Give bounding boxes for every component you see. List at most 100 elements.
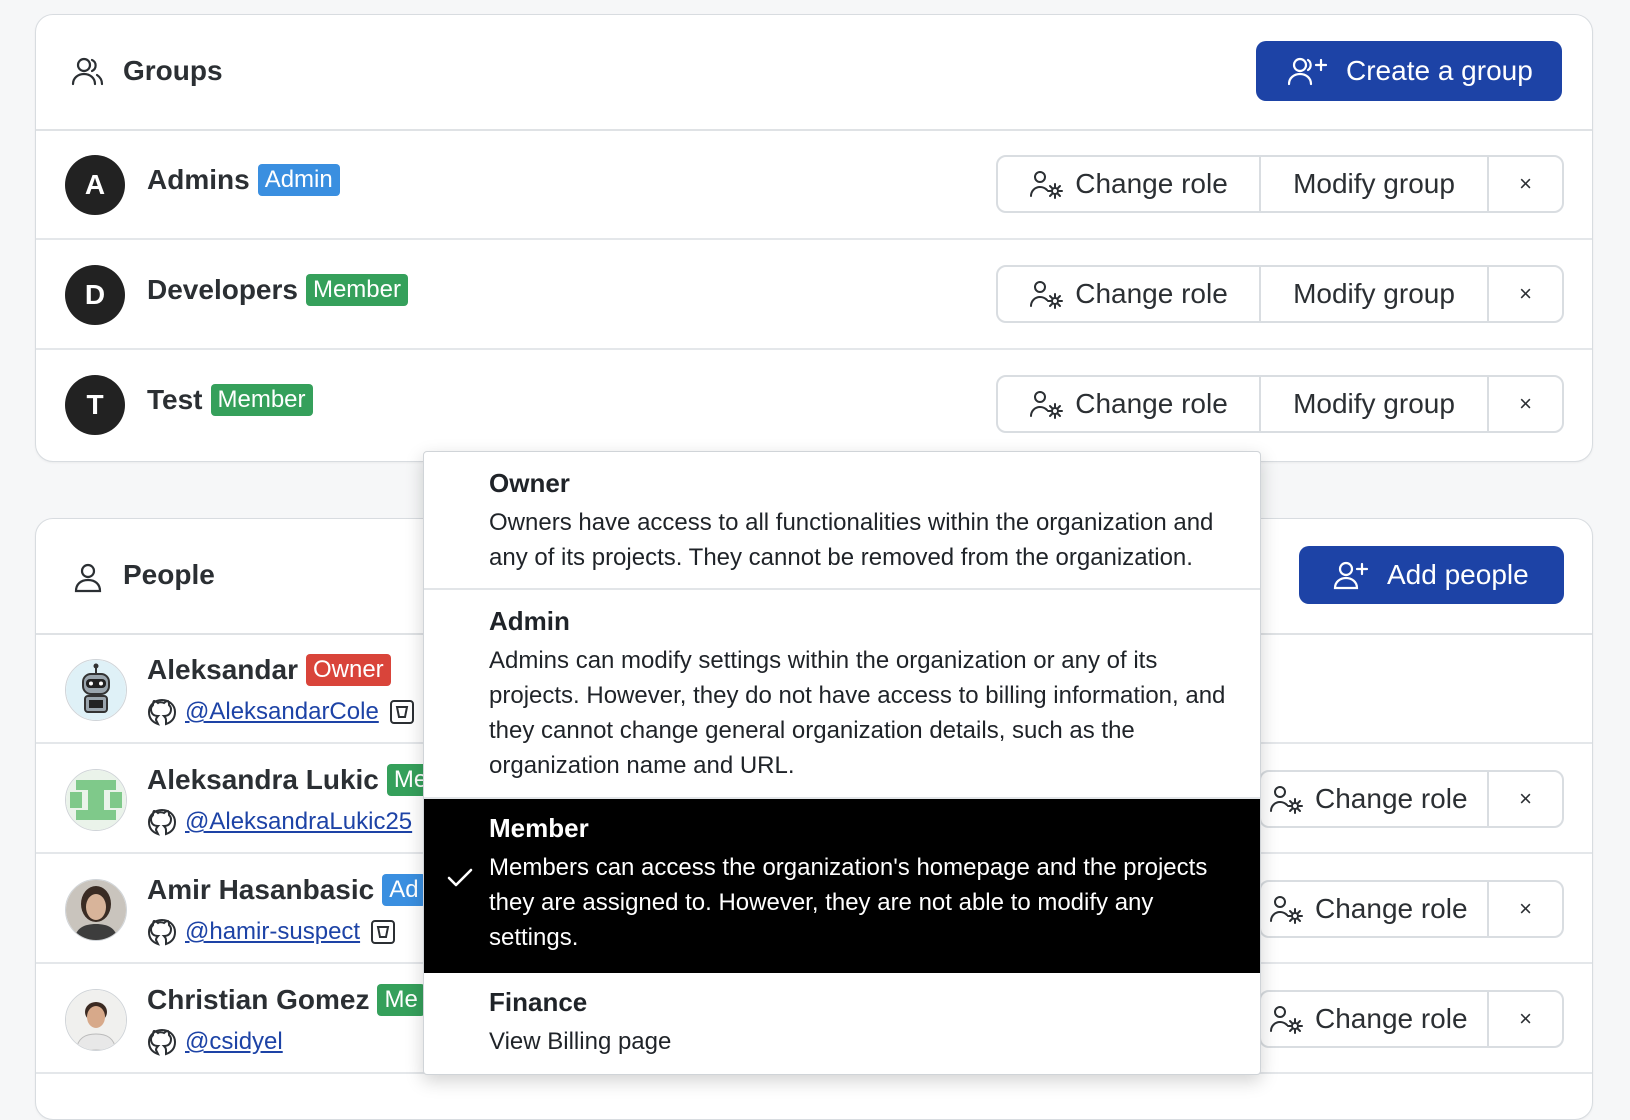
role-option-admin[interactable]: Admin Admins can modify settings within … [424,590,1260,799]
group-actions: Change role Modify group × [996,265,1564,323]
change-role-label: Change role [1075,168,1228,199]
avatar [65,659,127,721]
role-badge: Me [377,984,425,1016]
role-badge: Admin [257,164,340,196]
remove-group-button[interactable]: × [1489,157,1562,211]
github-handle-link[interactable]: @csidyel [185,1028,283,1056]
person-name: Christian Gomez Me [147,984,425,1016]
bucket-icon [389,700,414,724]
role-option-description: Members can access the organization's ho… [489,854,1208,951]
modify-group-button[interactable]: Modify group [1261,267,1489,321]
person-actions: Change role × [1259,770,1564,828]
github-icon [147,808,177,836]
github-icon [147,698,177,726]
role-badge: Ad [382,874,426,906]
modify-group-button[interactable]: Modify group [1261,157,1489,211]
github-handle-link[interactable]: @hamir-suspect [185,918,360,946]
modify-group-button[interactable]: Modify group [1261,377,1489,431]
user-settings-icon [1030,391,1064,419]
group-actions: Change role Modify group × [996,155,1564,213]
create-group-button[interactable]: Create a group [1256,41,1562,101]
change-role-button[interactable]: Change role [998,377,1261,431]
role-option-member[interactable]: Member Members can access the organizati… [424,799,1260,973]
change-role-button[interactable]: Change role [998,267,1261,321]
change-role-label: Change role [1315,783,1468,814]
groups-panel: Groups Create a group A Admins Admin Chan… [35,14,1593,462]
group-avatar: T [65,375,125,435]
role-option-description: View Billing page [489,1028,672,1055]
users-icon [71,57,104,86]
group-row: D Developers Member Change role Modify gr… [36,239,1592,350]
remove-person-button[interactable]: × [1489,992,1562,1046]
identicon-avatar-icon [66,770,126,830]
person-name: Amir Hasanbasic Ad [147,874,426,906]
photo-avatar-icon [66,880,126,940]
user-settings-icon [1270,1006,1303,1034]
role-badge: Member [210,384,313,416]
role-option-description: Owners have access to all functionalitie… [489,509,1214,571]
user-settings-icon [1030,281,1064,309]
avatar [65,769,127,831]
group-avatar: D [65,265,125,325]
person-name-text: Aleksandra Lukic [147,764,379,795]
person-handle: @AleksandraLukic25 [147,807,412,837]
change-role-label: Change role [1315,1003,1468,1034]
role-option-title: Finance [489,987,588,1017]
person-handle: @AleksandarCole [147,697,415,727]
create-group-label: Create a group [1346,55,1533,86]
user-icon [74,563,102,593]
person-actions: Change role × [1259,990,1564,1048]
person-name: Aleksandra Lukic Me [147,764,435,796]
role-option-description: Admins can modify settings within the or… [489,647,1226,779]
person-handle: @csidyel [147,1027,283,1057]
role-dropdown: Owner Owners have access to all function… [423,451,1261,1075]
add-people-label: Add people [1387,559,1529,590]
group-row: A Admins Admin Change role Modify group × [36,129,1592,240]
avatar [65,989,127,1051]
user-settings-icon [1270,896,1303,924]
role-option-finance[interactable]: Finance View Billing page [424,973,1260,1074]
change-role-label: Change role [1075,388,1228,419]
remove-person-button[interactable]: × [1489,772,1562,826]
photo-avatar-icon [66,990,126,1050]
user-add-icon [1333,561,1369,590]
github-handle-link[interactable]: @AleksandarCole [185,698,379,726]
group-avatar: A [65,155,125,215]
role-option-owner[interactable]: Owner Owners have access to all function… [424,452,1260,590]
user-settings-icon [1270,786,1303,814]
change-role-button[interactable]: Change role [998,157,1261,211]
user-add-icon [1288,57,1328,86]
bucket-icon [371,920,396,944]
group-name: Test Member [147,384,313,416]
groups-header: Groups Create a group [36,15,1592,131]
group-name-text: Test [147,384,203,415]
person-name-text: Aleksandar [147,654,298,685]
groups-title: Groups [123,55,223,86]
person-name: Aleksandar Owner [147,654,391,686]
group-actions: Change role Modify group × [996,375,1564,433]
robot-avatar-icon [66,660,126,720]
remove-group-button[interactable]: × [1489,267,1562,321]
change-role-button[interactable]: Change role [1261,882,1489,936]
user-settings-icon [1030,171,1064,199]
role-option-title: Admin [489,606,570,636]
remove-group-button[interactable]: × [1489,377,1562,431]
add-people-button[interactable]: Add people [1299,546,1564,604]
group-row: T Test Member Change role Modify group × [36,349,1592,458]
group-name: Developers Member [147,274,408,306]
role-badge: Owner [305,654,391,686]
change-role-label: Change role [1075,278,1228,309]
group-name: Admins Admin [147,164,340,196]
change-role-button[interactable]: Change role [1261,772,1489,826]
role-option-title: Member [489,813,589,843]
person-handle: @hamir-suspect [147,917,396,947]
remove-person-button[interactable]: × [1489,882,1562,936]
person-name-text: Christian Gomez [147,984,370,1015]
person-actions: Change role × [1259,880,1564,938]
change-role-label: Change role [1315,893,1468,924]
github-handle-link[interactable]: @AleksandraLukic25 [185,808,412,836]
github-icon [147,1028,177,1056]
role-badge: Member [305,274,408,306]
change-role-button[interactable]: Change role [1261,992,1489,1046]
role-option-title: Owner [489,468,570,498]
